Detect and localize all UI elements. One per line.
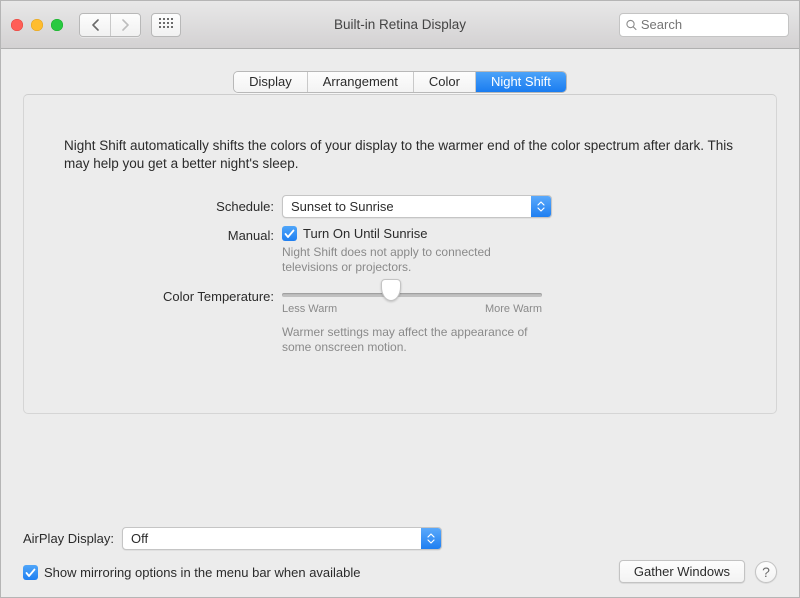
minimize-icon[interactable] <box>31 19 43 31</box>
schedule-value: Sunset to Sunrise <box>283 195 531 218</box>
slider-knob[interactable] <box>381 279 401 301</box>
manual-hint: Night Shift does not apply to connected … <box>282 245 542 275</box>
temp-slider[interactable]: Less Warm More Warm <box>282 281 542 315</box>
back-button[interactable] <box>80 14 110 36</box>
temp-label: Color Temperature: <box>64 281 274 304</box>
check-icon <box>284 229 295 239</box>
airplay-label: AirPlay Display: <box>23 531 114 546</box>
temp-max-label: More Warm <box>485 303 542 315</box>
settings-form: Schedule: Sunset to Sunrise Manual: <box>64 195 736 355</box>
intro-text: Night Shift automatically shifts the col… <box>64 137 736 173</box>
slider-track <box>282 293 542 297</box>
chevron-right-icon <box>121 19 130 31</box>
titlebar: Built-in Retina Display <box>1 1 799 49</box>
page-title: Built-in Retina Display <box>191 17 609 32</box>
gather-windows-button[interactable]: Gather Windows <box>619 560 745 583</box>
mirroring-checkbox[interactable] <box>23 565 38 580</box>
tab-night-shift[interactable]: Night Shift <box>475 72 566 92</box>
traffic-lights <box>11 19 63 31</box>
show-all-button[interactable] <box>151 13 181 37</box>
bottom-last-row: Show mirroring options in the menu bar w… <box>23 560 777 583</box>
tab-display[interactable]: Display <box>234 72 307 92</box>
search-field[interactable] <box>619 13 789 37</box>
manual-checkbox[interactable] <box>282 226 297 241</box>
bottom-area: AirPlay Display: Off Show mirroring opti… <box>23 509 777 583</box>
content: Display Arrangement Color Night Shift Ni… <box>1 49 799 597</box>
airplay-row: AirPlay Display: Off <box>23 527 777 550</box>
tabs: Display Arrangement Color Night Shift <box>233 71 567 93</box>
help-button[interactable]: ? <box>755 561 777 583</box>
close-icon[interactable] <box>11 19 23 31</box>
manual-label: Manual: <box>64 224 274 243</box>
chevron-updown-icon <box>421 528 441 549</box>
tab-color[interactable]: Color <box>413 72 475 92</box>
manual-check-label: Turn On Until Sunrise <box>303 226 428 241</box>
tabs-row: Display Arrangement Color Night Shift <box>23 71 777 93</box>
schedule-label: Schedule: <box>64 195 274 214</box>
search-input[interactable] <box>641 17 782 32</box>
prefs-window: Built-in Retina Display Display Arrangem… <box>0 0 800 598</box>
mirroring-label: Show mirroring options in the menu bar w… <box>44 565 361 580</box>
help-icon: ? <box>762 564 770 580</box>
tab-arrangement[interactable]: Arrangement <box>307 72 413 92</box>
grid-icon <box>159 18 173 32</box>
forward-button[interactable] <box>110 14 140 36</box>
temp-hint: Warmer settings may affect the appearanc… <box>282 325 542 355</box>
airplay-select[interactable]: Off <box>122 527 442 550</box>
temp-min-label: Less Warm <box>282 303 337 315</box>
schedule-select[interactable]: Sunset to Sunrise <box>282 195 552 218</box>
chevron-left-icon <box>91 19 100 31</box>
manual-check-row: Turn On Until Sunrise <box>282 224 736 241</box>
search-icon <box>626 19 637 31</box>
check-icon <box>25 568 36 578</box>
night-shift-panel: Night Shift automatically shifts the col… <box>23 94 777 414</box>
mirroring-check-row: Show mirroring options in the menu bar w… <box>23 563 361 580</box>
nav-back-forward <box>79 13 141 37</box>
chevron-updown-icon <box>531 196 551 217</box>
airplay-value: Off <box>123 527 421 550</box>
slider-labels: Less Warm More Warm <box>282 303 542 315</box>
zoom-icon[interactable] <box>51 19 63 31</box>
